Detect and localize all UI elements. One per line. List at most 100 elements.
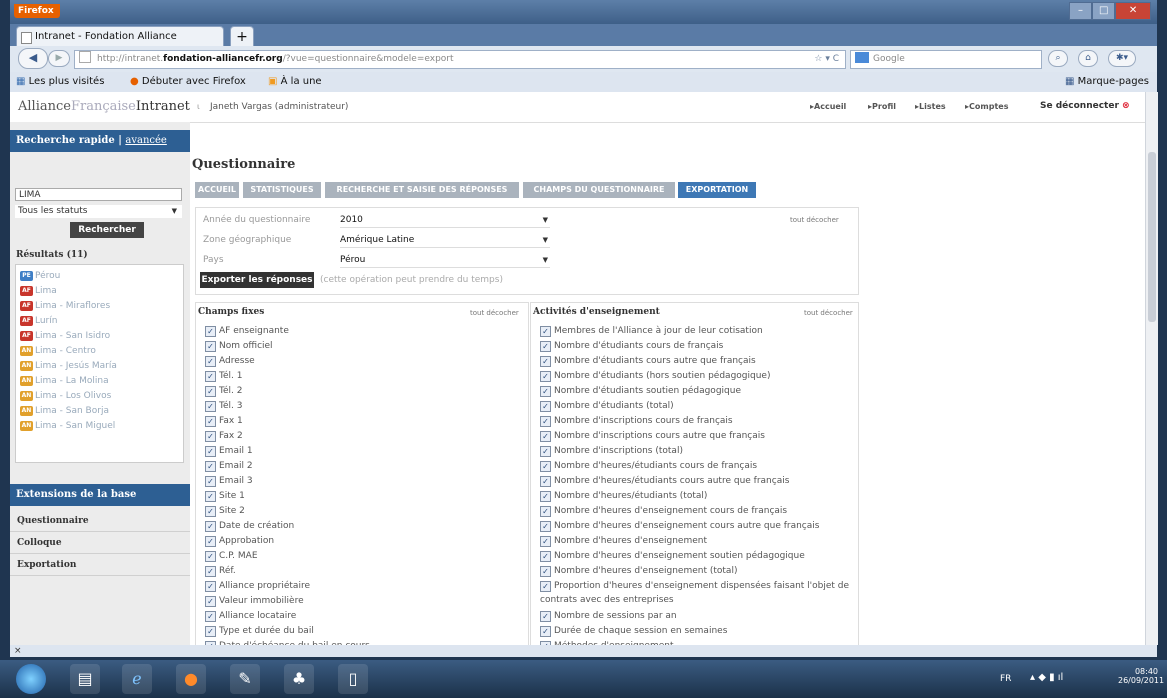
- result-item[interactable]: AN Lima - San Miguel: [20, 419, 115, 433]
- export-field-row[interactable]: ✓ Nombre d'étudiants (total): [540, 399, 852, 413]
- internet-explorer-icon[interactable]: ℯ: [122, 664, 152, 694]
- export-field-row[interactable]: ✓ Email 1: [205, 444, 515, 458]
- export-field-checkbox[interactable]: ✓: [205, 401, 216, 412]
- export-field-row[interactable]: ✓ Adresse: [205, 354, 515, 368]
- export-field-row[interactable]: ✓ C.P. MAE: [205, 549, 515, 563]
- export-field-checkbox[interactable]: ✓: [205, 626, 216, 637]
- export-field-row[interactable]: ✓ Type et durée du bail: [205, 624, 515, 638]
- export-field-checkbox[interactable]: ✓: [540, 626, 551, 637]
- uncheck-all-fixed[interactable]: tout décocher: [470, 309, 519, 317]
- export-field-checkbox[interactable]: ✓: [205, 476, 216, 487]
- network-icon[interactable]: ♣: [284, 664, 314, 694]
- nav-listes[interactable]: ▸Listes: [915, 102, 946, 111]
- new-tab-button[interactable]: +: [230, 26, 254, 47]
- export-field-row[interactable]: ✓ Date de création: [205, 519, 515, 533]
- tray-icons[interactable]: ▴ ◆ ▮ ıl: [1030, 672, 1063, 683]
- export-field-row[interactable]: ✓ Fax 2: [205, 429, 515, 443]
- result-item[interactable]: AN Lima - Jesús María: [20, 359, 117, 373]
- export-field-checkbox[interactable]: ✓: [205, 431, 216, 442]
- year-select[interactable]: 2010 ▼: [340, 213, 550, 228]
- export-field-row[interactable]: ✓ Site 1: [205, 489, 515, 503]
- export-field-checkbox[interactable]: ✓: [205, 341, 216, 352]
- browser-tab[interactable]: Intranet - Fondation Alliance française: [16, 26, 224, 62]
- logout-link[interactable]: Se déconnecter ⊗: [1040, 101, 1130, 111]
- addons-icon[interactable]: ✱▾: [1108, 50, 1136, 67]
- tab-recherche-saisie[interactable]: RECHERCHE ET SAISIE DES RÉPONSES: [325, 182, 519, 198]
- extension-questionnaire[interactable]: Questionnaire: [10, 511, 190, 532]
- export-field-row[interactable]: ✓ Nombre d'heures/étudiants (total): [540, 489, 852, 503]
- search-button[interactable]: Rechercher: [70, 222, 144, 238]
- bookmarks-menu[interactable]: ▦ Marque-pages: [1065, 72, 1149, 92]
- export-field-row[interactable]: ✓ Nombre d'inscriptions (total): [540, 444, 852, 458]
- extension-exportation[interactable]: Exportation: [10, 555, 190, 576]
- export-field-row[interactable]: ✓ Email 3: [205, 474, 515, 488]
- export-field-row[interactable]: ✓ Proportion d'heures d'enseignement disp…: [540, 579, 852, 607]
- country-select[interactable]: Pérou ▼: [340, 253, 550, 268]
- result-item[interactable]: AN Lima - Centro: [20, 344, 96, 358]
- home-icon[interactable]: ⌂: [1078, 50, 1098, 67]
- export-field-row[interactable]: ✓ AF enseignante: [205, 324, 515, 338]
- forward-icon[interactable]: ▶: [48, 50, 70, 67]
- export-field-checkbox[interactable]: ✓: [540, 371, 551, 382]
- export-field-row[interactable]: ✓ Alliance propriétaire: [205, 579, 515, 593]
- export-field-checkbox[interactable]: ✓: [205, 371, 216, 382]
- export-field-row[interactable]: ✓ Nombre d'heures d'enseignement cours au…: [540, 519, 852, 533]
- language-indicator[interactable]: FR: [1000, 674, 1011, 684]
- export-field-checkbox[interactable]: ✓: [540, 416, 551, 427]
- export-field-checkbox[interactable]: ✓: [540, 491, 551, 502]
- export-field-row[interactable]: ✓ Nombre d'heures/étudiants cours de fran…: [540, 459, 852, 473]
- nav-accueil[interactable]: ▸Accueil: [810, 102, 846, 111]
- export-field-row[interactable]: ✓ Fax 1: [205, 414, 515, 428]
- bookmark-latest-headlines[interactable]: ▣ À la une: [268, 72, 322, 92]
- export-field-row[interactable]: ✓ Valeur immobilière: [205, 594, 515, 608]
- back-icon[interactable]: ◀: [18, 48, 48, 69]
- export-field-checkbox[interactable]: ✓: [540, 476, 551, 487]
- bookmark-getting-started[interactable]: ● Débuter avec Firefox: [130, 72, 246, 92]
- start-icon[interactable]: [16, 664, 46, 694]
- export-field-checkbox[interactable]: ✓: [540, 536, 551, 547]
- export-field-row[interactable]: ✓ Durée de chaque session en semaines: [540, 624, 852, 638]
- export-field-row[interactable]: ✓ Nombre d'étudiants cours de français: [540, 339, 852, 353]
- export-field-checkbox[interactable]: ✓: [540, 566, 551, 577]
- result-item[interactable]: PE Pérou: [20, 269, 60, 283]
- uncheck-all-activities[interactable]: tout décocher: [804, 309, 853, 317]
- export-field-checkbox[interactable]: ✓: [205, 566, 216, 577]
- export-field-checkbox[interactable]: ✓: [540, 326, 551, 337]
- export-field-checkbox[interactable]: ✓: [205, 536, 216, 547]
- search-go-icon[interactable]: ⌕: [1048, 50, 1068, 67]
- export-field-checkbox[interactable]: ✓: [205, 611, 216, 622]
- bookmark-most-visited[interactable]: ▦ Les plus visités: [16, 72, 104, 92]
- site-logo[interactable]: AllianceFrançaiseIntranet: [18, 99, 190, 114]
- export-field-checkbox[interactable]: ✓: [540, 461, 551, 472]
- status-select[interactable]: Tous les statuts ▼: [15, 205, 182, 218]
- export-field-checkbox[interactable]: ✓: [540, 506, 551, 517]
- export-field-checkbox[interactable]: ✓: [540, 386, 551, 397]
- firefox-icon[interactable]: ●: [176, 664, 206, 694]
- export-field-checkbox[interactable]: ✓: [205, 551, 216, 562]
- export-field-checkbox[interactable]: ✓: [205, 356, 216, 367]
- reload-icon[interactable]: ☆ ▾ C: [814, 51, 839, 68]
- export-field-row[interactable]: ✓ Membres de l'Alliance à jour de leur co…: [540, 324, 852, 338]
- nav-profil[interactable]: ▸Profil: [868, 102, 896, 111]
- advanced-search-link[interactable]: avancée: [125, 135, 166, 146]
- maximize-icon[interactable]: □: [1092, 2, 1116, 20]
- export-field-checkbox[interactable]: ✓: [205, 491, 216, 502]
- export-field-checkbox[interactable]: ✓: [205, 326, 216, 337]
- result-item[interactable]: AN Lima - San Borja: [20, 404, 109, 418]
- result-item[interactable]: AN Lima - Los Olivos: [20, 389, 111, 403]
- export-field-row[interactable]: ✓ Nombre d'heures d'enseignement: [540, 534, 852, 548]
- page-scrollbar[interactable]: [1145, 92, 1158, 645]
- export-field-checkbox[interactable]: ✓: [205, 596, 216, 607]
- export-field-checkbox[interactable]: ✓: [205, 581, 216, 592]
- export-field-checkbox[interactable]: ✓: [540, 611, 551, 622]
- clock[interactable]: 08:40 26/09/2011: [1118, 667, 1164, 685]
- export-field-row[interactable]: ✓ Nombre de sessions par an: [540, 609, 852, 623]
- explorer-icon[interactable]: ▤: [70, 664, 100, 694]
- export-field-row[interactable]: ✓ Nombre d'heures d'enseignement (total): [540, 564, 852, 578]
- export-field-checkbox[interactable]: ✓: [540, 431, 551, 442]
- scrollbar-thumb[interactable]: [1148, 152, 1156, 322]
- export-field-checkbox[interactable]: ✓: [205, 521, 216, 532]
- export-field-row[interactable]: ✓ Nombre d'heures/étudiants cours autre q…: [540, 474, 852, 488]
- export-field-checkbox[interactable]: ✓: [205, 461, 216, 472]
- export-field-row[interactable]: ✓ Site 2: [205, 504, 515, 518]
